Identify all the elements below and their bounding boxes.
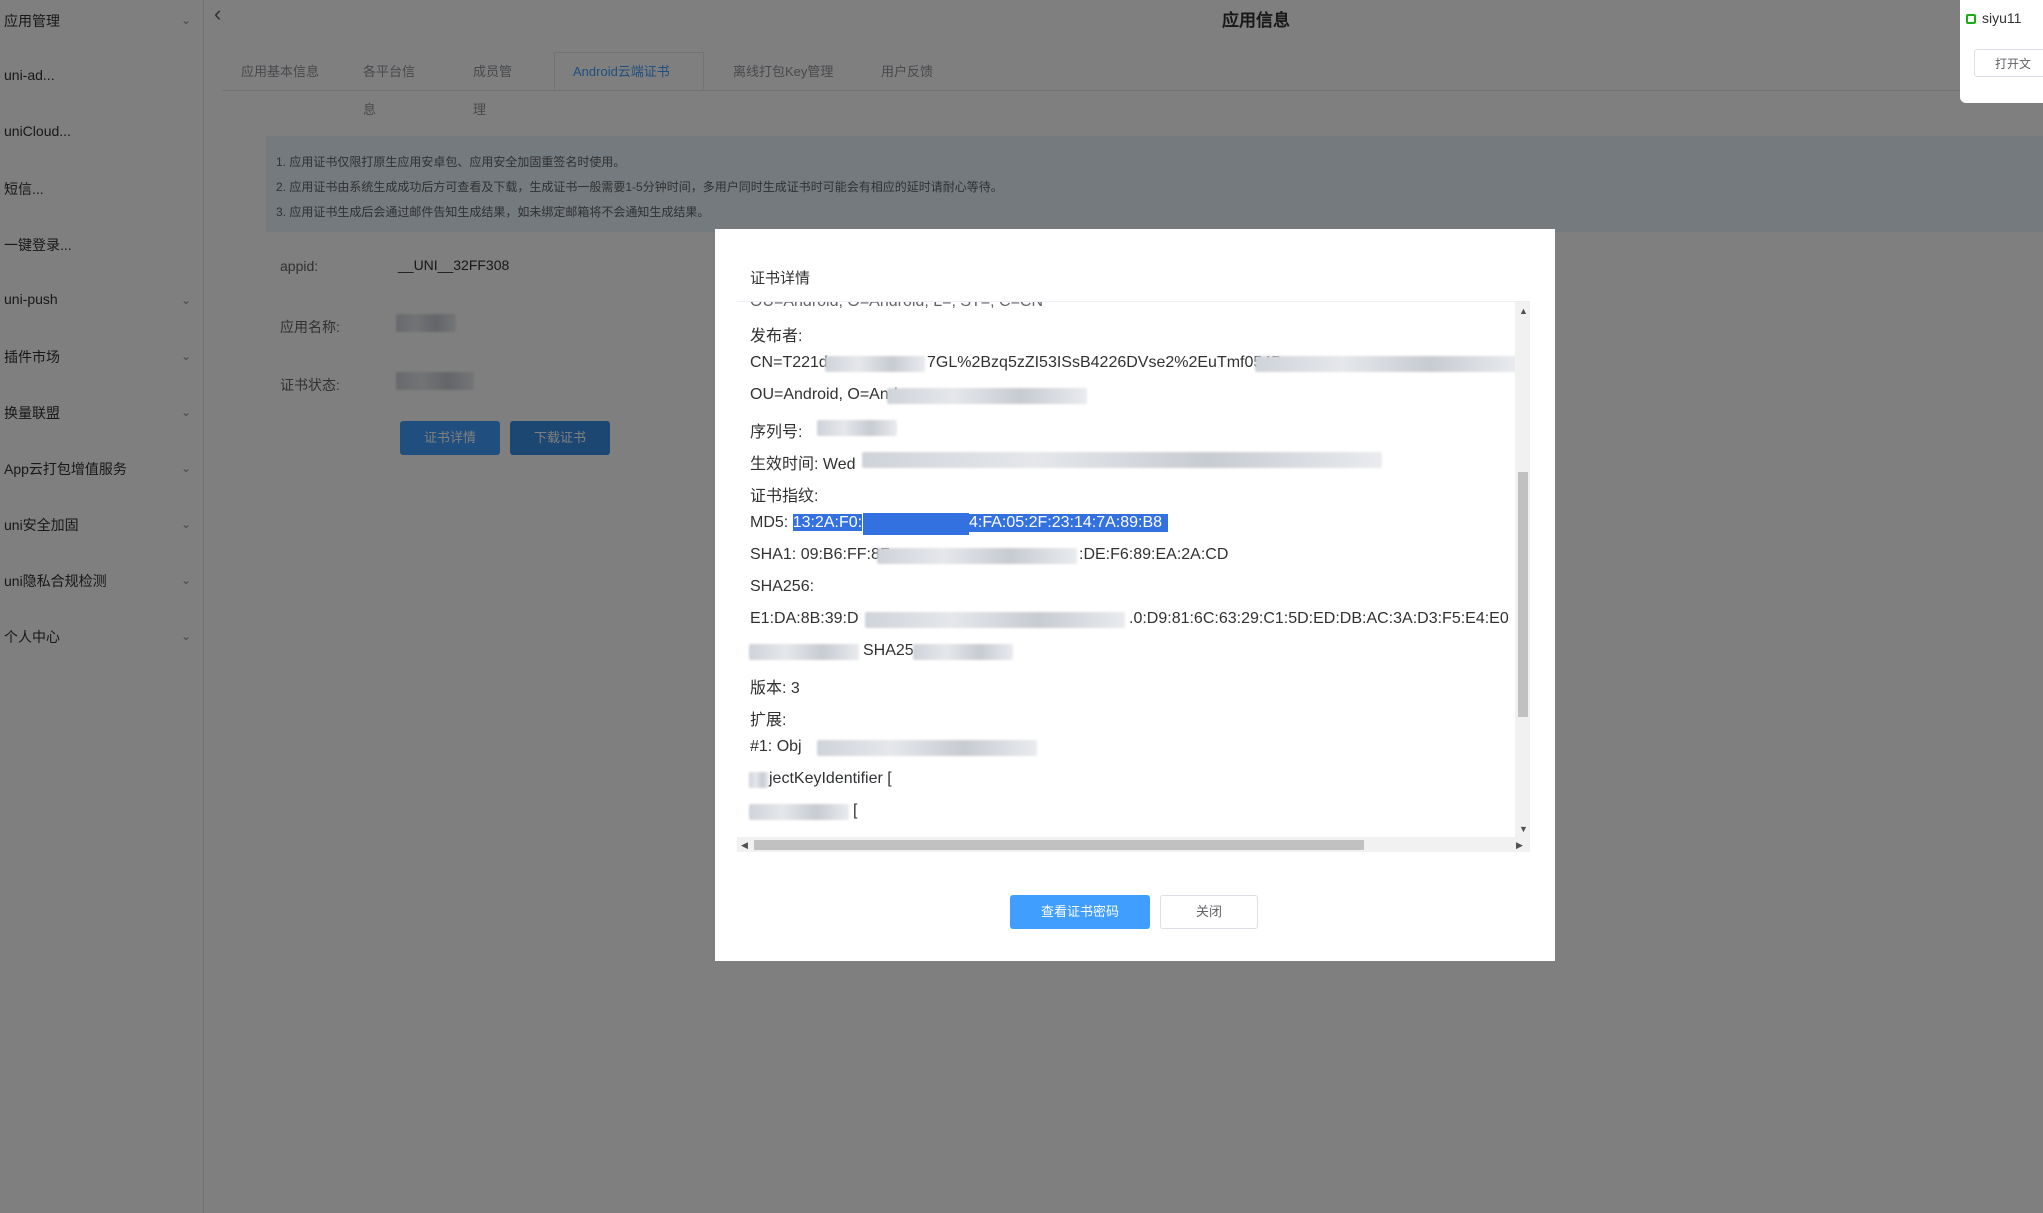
- sha256-redacted: [865, 612, 1125, 628]
- close-button[interactable]: 关闭: [1160, 895, 1258, 929]
- md5-selected-b: 4:FA:05:2F:23:14:7A:89:B8: [969, 514, 1169, 532]
- valid-redacted: [862, 452, 1382, 468]
- horizontal-scroll-thumb[interactable]: [754, 840, 1364, 850]
- valid-value: Wed: [822, 456, 856, 473]
- scroll-up-icon[interactable]: ▲: [1519, 306, 1528, 316]
- status-icon: [1966, 14, 1976, 24]
- md5-selected-a: 13:2A:F0:: [792, 514, 863, 531]
- cert-line-version: 版本: 3: [750, 674, 800, 698]
- vertical-scrollbar[interactable]: ▲ ▼: [1515, 302, 1530, 837]
- cert-line-cn: CN=T221d: [750, 354, 828, 372]
- cert-line-sha256: E1:DA:8B:39:D: [750, 610, 859, 627]
- cert-line-ou-top: OU=Android, O=Android, L=, ST=, C=CN: [750, 301, 1044, 310]
- subject-key-redacted: [749, 772, 769, 788]
- sig-redacted-2: [913, 644, 1013, 660]
- user-popup: siyu11 打开文: [1960, 0, 2043, 103]
- cert-detail-scroll-area[interactable]: OU=Android, O=Android, L=, ST=, C=CN 发布者…: [737, 301, 1530, 852]
- md5-selected-redacted: [863, 513, 969, 535]
- ou-redacted: [887, 388, 1087, 404]
- md5-label: MD5:: [750, 514, 789, 531]
- cert-line-fingerprint: 证书指纹:: [750, 488, 819, 505]
- scroll-right-icon[interactable]: ▶: [1516, 840, 1523, 850]
- cert-line-valid-from: 生效时间: Wed: [750, 450, 856, 474]
- popup-username: siyu11: [1982, 10, 2022, 26]
- cert-detail-dialog: 证书详情 OU=Android, O=Android, L=, ST=, C=C…: [715, 229, 1555, 961]
- version-label: 版本:: [750, 680, 787, 697]
- cert-line-sha256-label: SHA256:: [750, 578, 815, 595]
- scroll-left-icon[interactable]: ◀: [741, 840, 748, 850]
- sig-redacted: [749, 644, 859, 660]
- view-cert-password-button[interactable]: 查看证书密码: [1010, 895, 1150, 929]
- cert-line-extension: 扩展:: [750, 712, 787, 729]
- cn-prefix: CN=T221d: [750, 354, 828, 371]
- cn-middle: 7GL%2Bzq5zZI53ISsB4226DVse2%2EuTmf054B: [927, 354, 1282, 371]
- cn-redacted-1: [825, 356, 925, 372]
- cert-line-ou: OU=Android, O=Andr: [750, 386, 903, 403]
- serial-redacted: [817, 420, 897, 436]
- cert-line-signature: SHA25: [863, 642, 914, 659]
- cert-line-subject-key: jectKeyIdentifier [: [769, 770, 892, 787]
- cn-redacted-2: [1255, 356, 1517, 372]
- sha1-tail: :DE:F6:89:EA:2A:CD: [1079, 546, 1229, 563]
- sha256-tail: .0:D9:81:6C:63:29:C1:5D:ED:DB:AC:3A:D3:F…: [1129, 610, 1509, 627]
- key-value-redacted: [749, 804, 849, 820]
- cert-line-sha1: SHA1: 09:B6:FF:8F: [750, 546, 890, 563]
- dialog-title: 证书详情: [750, 270, 811, 287]
- cert-line-bracket: [: [853, 802, 858, 819]
- scroll-down-icon[interactable]: ▼: [1519, 824, 1528, 834]
- version-value: 3: [790, 680, 800, 697]
- vertical-scroll-thumb[interactable]: [1518, 472, 1528, 717]
- cert-line-publisher: 发布者:: [750, 328, 803, 345]
- ext1-redacted: [817, 740, 1037, 756]
- cert-line-md5: MD5: 13:2A:F0:: [750, 514, 863, 532]
- sha1-redacted: [877, 548, 1077, 564]
- horizontal-scrollbar[interactable]: ◀ ▶: [737, 837, 1530, 852]
- cert-line-ext1: #1: Obj: [750, 738, 802, 755]
- valid-label: 生效时间:: [750, 456, 819, 473]
- popup-open-button[interactable]: 打开文: [1974, 49, 2043, 77]
- cert-line-serial: 序列号:: [750, 424, 803, 441]
